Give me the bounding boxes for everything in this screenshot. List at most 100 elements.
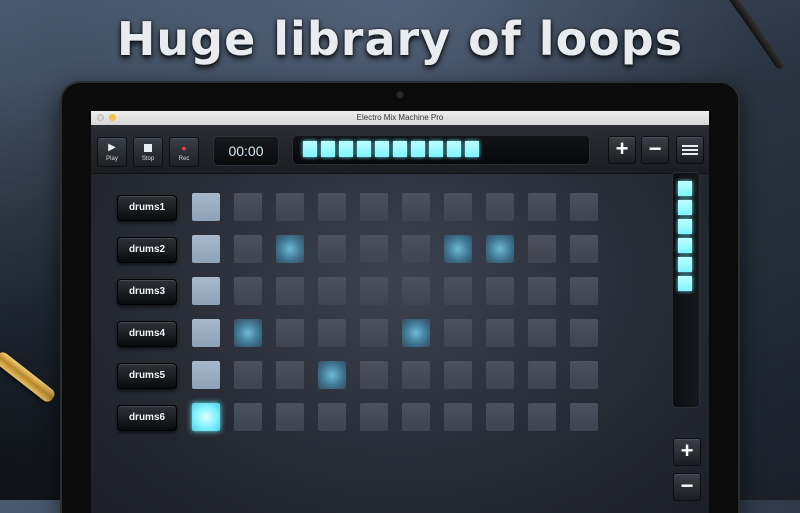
loop-pad[interactable] — [234, 403, 262, 431]
loop-pad[interactable] — [276, 403, 304, 431]
record-button[interactable]: ● Rec — [169, 137, 199, 167]
volume-cell — [678, 181, 692, 196]
progress-cell — [447, 141, 461, 157]
loop-pad[interactable] — [444, 361, 472, 389]
plus-icon: + — [680, 438, 694, 463]
volume-up-button[interactable]: + — [673, 438, 701, 466]
loop-pad[interactable] — [528, 319, 556, 347]
loop-pad[interactable] — [360, 277, 388, 305]
volume-meter[interactable] — [672, 172, 700, 408]
loop-pad[interactable] — [192, 361, 220, 389]
volume-cell — [678, 276, 692, 291]
loop-pad[interactable] — [486, 277, 514, 305]
loop-pad[interactable] — [402, 277, 430, 305]
loop-pad[interactable] — [486, 403, 514, 431]
plus-icon: + — [615, 136, 629, 161]
loop-pad[interactable] — [276, 361, 304, 389]
loop-pad[interactable] — [192, 235, 220, 263]
headline: Huge library of loops — [116, 12, 684, 66]
loop-pad[interactable] — [360, 319, 388, 347]
loop-pad[interactable] — [402, 319, 430, 347]
loop-pad[interactable] — [402, 361, 430, 389]
loop-pad[interactable] — [444, 403, 472, 431]
loop-pad[interactable] — [444, 319, 472, 347]
track-button-drums6[interactable]: drums6 — [117, 405, 177, 431]
loop-pad[interactable] — [276, 235, 304, 263]
loop-pad[interactable] — [360, 193, 388, 221]
loop-pad[interactable] — [444, 235, 472, 263]
loop-pad[interactable] — [276, 193, 304, 221]
loop-pad[interactable] — [528, 277, 556, 305]
loop-pad[interactable] — [486, 193, 514, 221]
loop-pad[interactable] — [234, 193, 262, 221]
add-button[interactable]: + — [608, 136, 636, 164]
loop-pad[interactable] — [528, 193, 556, 221]
progress-cell — [393, 141, 407, 157]
loop-pad[interactable] — [528, 403, 556, 431]
loop-pad[interactable] — [276, 277, 304, 305]
rec-label: Rec — [178, 156, 190, 162]
loop-pad[interactable] — [570, 319, 598, 347]
window-titlebar: Electro Mix Machine Pro — [91, 111, 709, 125]
stop-button[interactable]: Stop — [133, 137, 163, 167]
play-button[interactable]: ▶ Play — [97, 137, 127, 167]
loop-pad[interactable] — [318, 403, 346, 431]
loop-pad[interactable] — [486, 319, 514, 347]
time-display: 00:00 — [213, 136, 279, 166]
loop-pad[interactable] — [402, 403, 430, 431]
close-window-icon[interactable] — [97, 114, 104, 121]
loop-pad[interactable] — [318, 361, 346, 389]
track-button-drums3[interactable]: drums3 — [117, 279, 177, 305]
camera-icon — [396, 91, 404, 99]
track-button-drums5[interactable]: drums5 — [117, 363, 177, 389]
loop-pad[interactable] — [318, 193, 346, 221]
loop-pad[interactable] — [570, 235, 598, 263]
loop-pad[interactable] — [444, 193, 472, 221]
audio-jack-decoration — [0, 349, 57, 405]
loop-pad[interactable] — [486, 235, 514, 263]
app-window: Electro Mix Machine Pro ▶ Play Stop ● Re… — [91, 111, 709, 513]
loop-pad[interactable] — [318, 319, 346, 347]
loop-pad[interactable] — [402, 193, 430, 221]
loop-pad[interactable] — [570, 193, 598, 221]
loop-pad[interactable] — [276, 319, 304, 347]
stop-label: Stop — [141, 156, 155, 162]
minus-icon: − — [680, 473, 694, 498]
volume-cell — [678, 219, 692, 234]
loop-pad[interactable] — [444, 277, 472, 305]
loop-pad[interactable] — [318, 235, 346, 263]
laptop-frame: Electro Mix Machine Pro ▶ Play Stop ● Re… — [62, 83, 738, 513]
remove-button[interactable]: − — [641, 136, 669, 164]
loop-pad[interactable] — [192, 193, 220, 221]
track-button-drums1[interactable]: drums1 — [117, 195, 177, 221]
volume-cell — [678, 257, 692, 272]
toolbar: ▶ Play Stop ● Rec 00:00 + − — [91, 125, 709, 174]
loop-pad[interactable] — [192, 277, 220, 305]
mixer-icon — [682, 143, 698, 157]
loop-pad[interactable] — [486, 361, 514, 389]
progress-cell — [339, 141, 353, 157]
volume-down-button[interactable]: − — [673, 473, 701, 501]
loop-pad[interactable] — [234, 319, 262, 347]
track-button-drums4[interactable]: drums4 — [117, 321, 177, 347]
progress-meter — [292, 135, 590, 165]
loop-pad[interactable] — [570, 403, 598, 431]
minimize-window-icon[interactable] — [109, 114, 116, 121]
loop-pad[interactable] — [234, 361, 262, 389]
loop-pad[interactable] — [360, 361, 388, 389]
loop-pad[interactable] — [360, 235, 388, 263]
loop-pad[interactable] — [570, 361, 598, 389]
progress-cell — [357, 141, 371, 157]
loop-pad[interactable] — [528, 361, 556, 389]
loop-pad[interactable] — [528, 235, 556, 263]
loop-pad[interactable] — [570, 277, 598, 305]
loop-pad[interactable] — [234, 235, 262, 263]
loop-pad[interactable] — [192, 319, 220, 347]
loop-pad[interactable] — [402, 235, 430, 263]
loop-pad[interactable] — [192, 403, 220, 431]
loop-pad[interactable] — [318, 277, 346, 305]
loop-pad[interactable] — [234, 277, 262, 305]
track-button-drums2[interactable]: drums2 — [117, 237, 177, 263]
loop-pad[interactable] — [360, 403, 388, 431]
mixer-button[interactable] — [676, 136, 704, 164]
